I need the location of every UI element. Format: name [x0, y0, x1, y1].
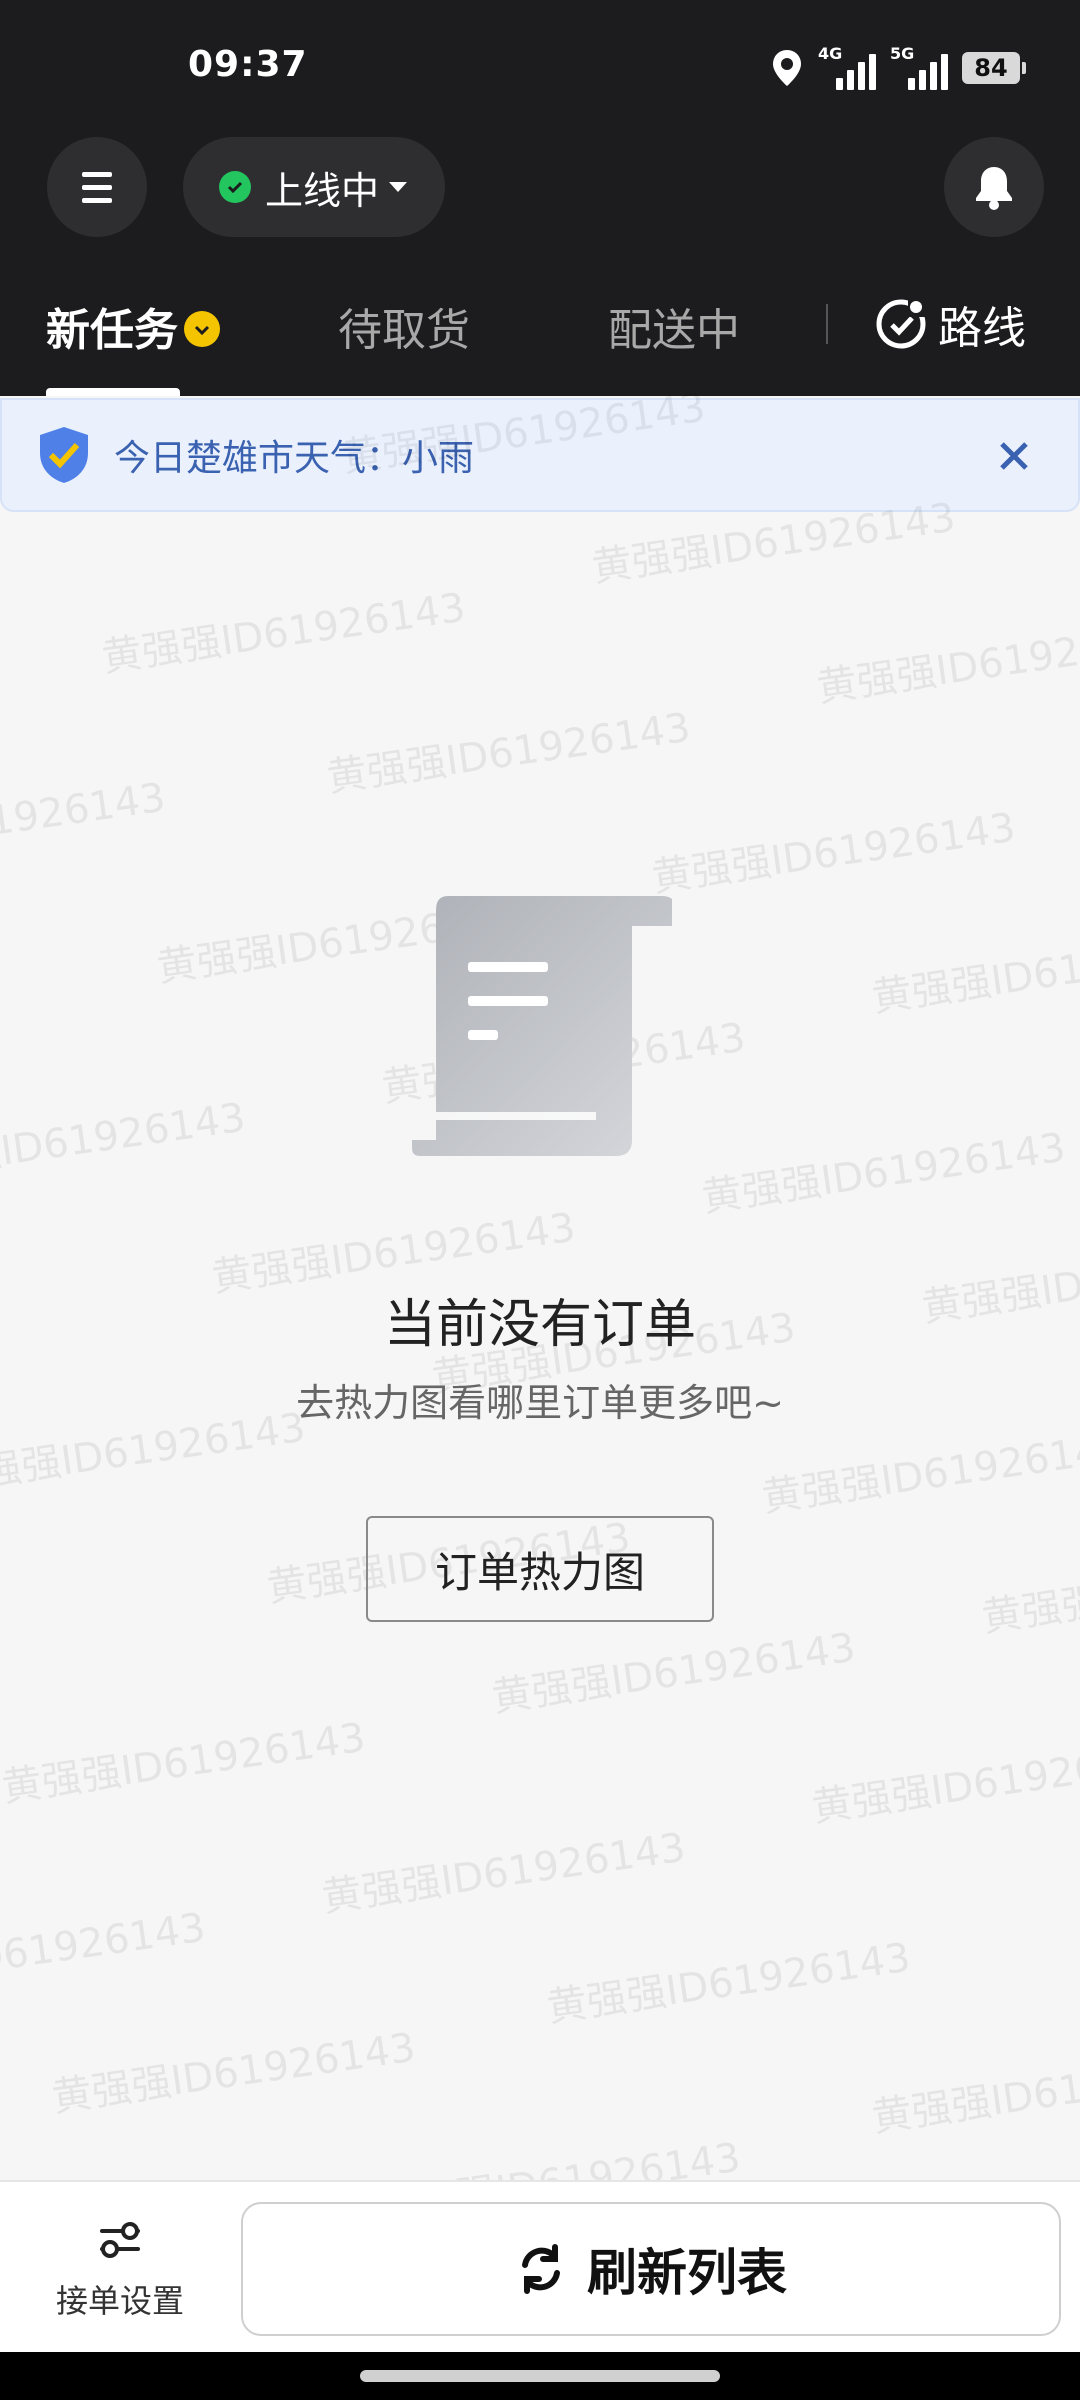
status-time: 09:37 — [188, 44, 308, 85]
tab-divider — [826, 304, 828, 344]
watermark: 黄强强ID61926143 — [0, 1094, 249, 1192]
watermark: 黄强强ID61926143 — [0, 1714, 369, 1812]
refresh-list-button[interactable]: 刷新列表 — [241, 2202, 1061, 2336]
task-tabs: 新任务 待取货 配送中 路线 — [0, 280, 1080, 396]
notification-button[interactable] — [944, 137, 1044, 237]
weather-text: 今日楚雄市天气：小雨 — [114, 438, 475, 479]
watermark: 黄强强ID61926143 — [544, 1934, 914, 2032]
menu-icon — [82, 171, 112, 177]
order-settings-button[interactable]: 接单设置 — [30, 2218, 210, 2322]
check-badge-icon — [184, 311, 220, 347]
app-header: 09:37 4G 5G 84 上线中 新任务 待取货 配送中 路线 — [0, 0, 1080, 396]
watermark: 黄强强ID61926143 — [979, 1544, 1080, 1642]
watermark: 黄强强ID61926143 — [99, 584, 469, 682]
signal-4g-icon: 4G — [818, 44, 876, 90]
watermark: 黄强强ID61926143 — [0, 1904, 209, 2002]
tab-new-tasks[interactable]: 新任务 — [46, 294, 220, 358]
tab-to-pickup[interactable]: 待取货 — [338, 294, 470, 358]
watermark: 黄强强ID61926143 — [319, 1824, 689, 1922]
watermark: 黄强强ID61926143 — [324, 704, 694, 802]
online-status-label: 上线中 — [265, 168, 380, 213]
watermark: 黄强强ID61926143 — [869, 924, 1080, 1022]
shield-icon — [40, 427, 88, 483]
empty-state-title: 当前没有订单 — [383, 1295, 696, 1355]
status-icons: 4G 5G 84 — [770, 44, 1026, 90]
signal-5g-icon: 5G — [890, 44, 948, 90]
watermark: 黄强强ID61926143 — [814, 614, 1080, 712]
watermark: 黄强强ID61926143 — [759, 1424, 1080, 1522]
route-button[interactable]: 路线 — [874, 292, 1026, 356]
tab-new-tasks-label: 新任务 — [46, 305, 178, 356]
watermark: 黄强强ID61926143 — [699, 1124, 1069, 1222]
refresh-list-label: 刷新列表 — [587, 2244, 787, 2302]
watermark: 黄强强ID61926143 — [489, 1624, 859, 1722]
refresh-icon — [522, 2244, 560, 2294]
sliders-icon — [100, 2222, 140, 2258]
watermark: 黄强强ID61926143 — [49, 2024, 419, 2122]
empty-state-subtitle: 去热力图看哪里订单更多吧~ — [296, 1381, 784, 1425]
system-nav-bar — [0, 2352, 1080, 2400]
chevron-down-icon — [389, 182, 408, 192]
menu-button[interactable] — [47, 137, 147, 237]
close-icon[interactable] — [994, 436, 1034, 476]
route-icon — [876, 297, 928, 349]
bottom-bar: 接单设置 刷新列表 — [0, 2180, 1080, 2352]
order-settings-label: 接单设置 — [55, 2282, 184, 2320]
watermark: 黄强强ID61926143 — [649, 804, 1019, 902]
watermark: 黄强强ID61926143 — [809, 1734, 1080, 1832]
watermark: 黄强强ID61926143 — [0, 774, 169, 872]
route-label: 路线 — [938, 303, 1026, 354]
tab-delivering[interactable]: 配送中 — [608, 294, 740, 358]
location-icon — [773, 50, 801, 86]
empty-scroll-icon — [412, 896, 672, 1156]
bell-icon — [976, 167, 1012, 210]
online-check-icon — [219, 171, 251, 203]
home-indicator[interactable] — [360, 2370, 720, 2382]
weather-banner: 今日楚雄市天气：小雨 — [0, 398, 1080, 512]
active-tab-indicator — [46, 388, 180, 396]
watermark: 黄强强ID61926143 — [869, 2044, 1080, 2142]
online-status-dropdown[interactable]: 上线中 — [183, 137, 445, 237]
order-heatmap-button[interactable]: 订单热力图 — [366, 1516, 714, 1622]
battery-icon: 84 — [962, 52, 1026, 84]
